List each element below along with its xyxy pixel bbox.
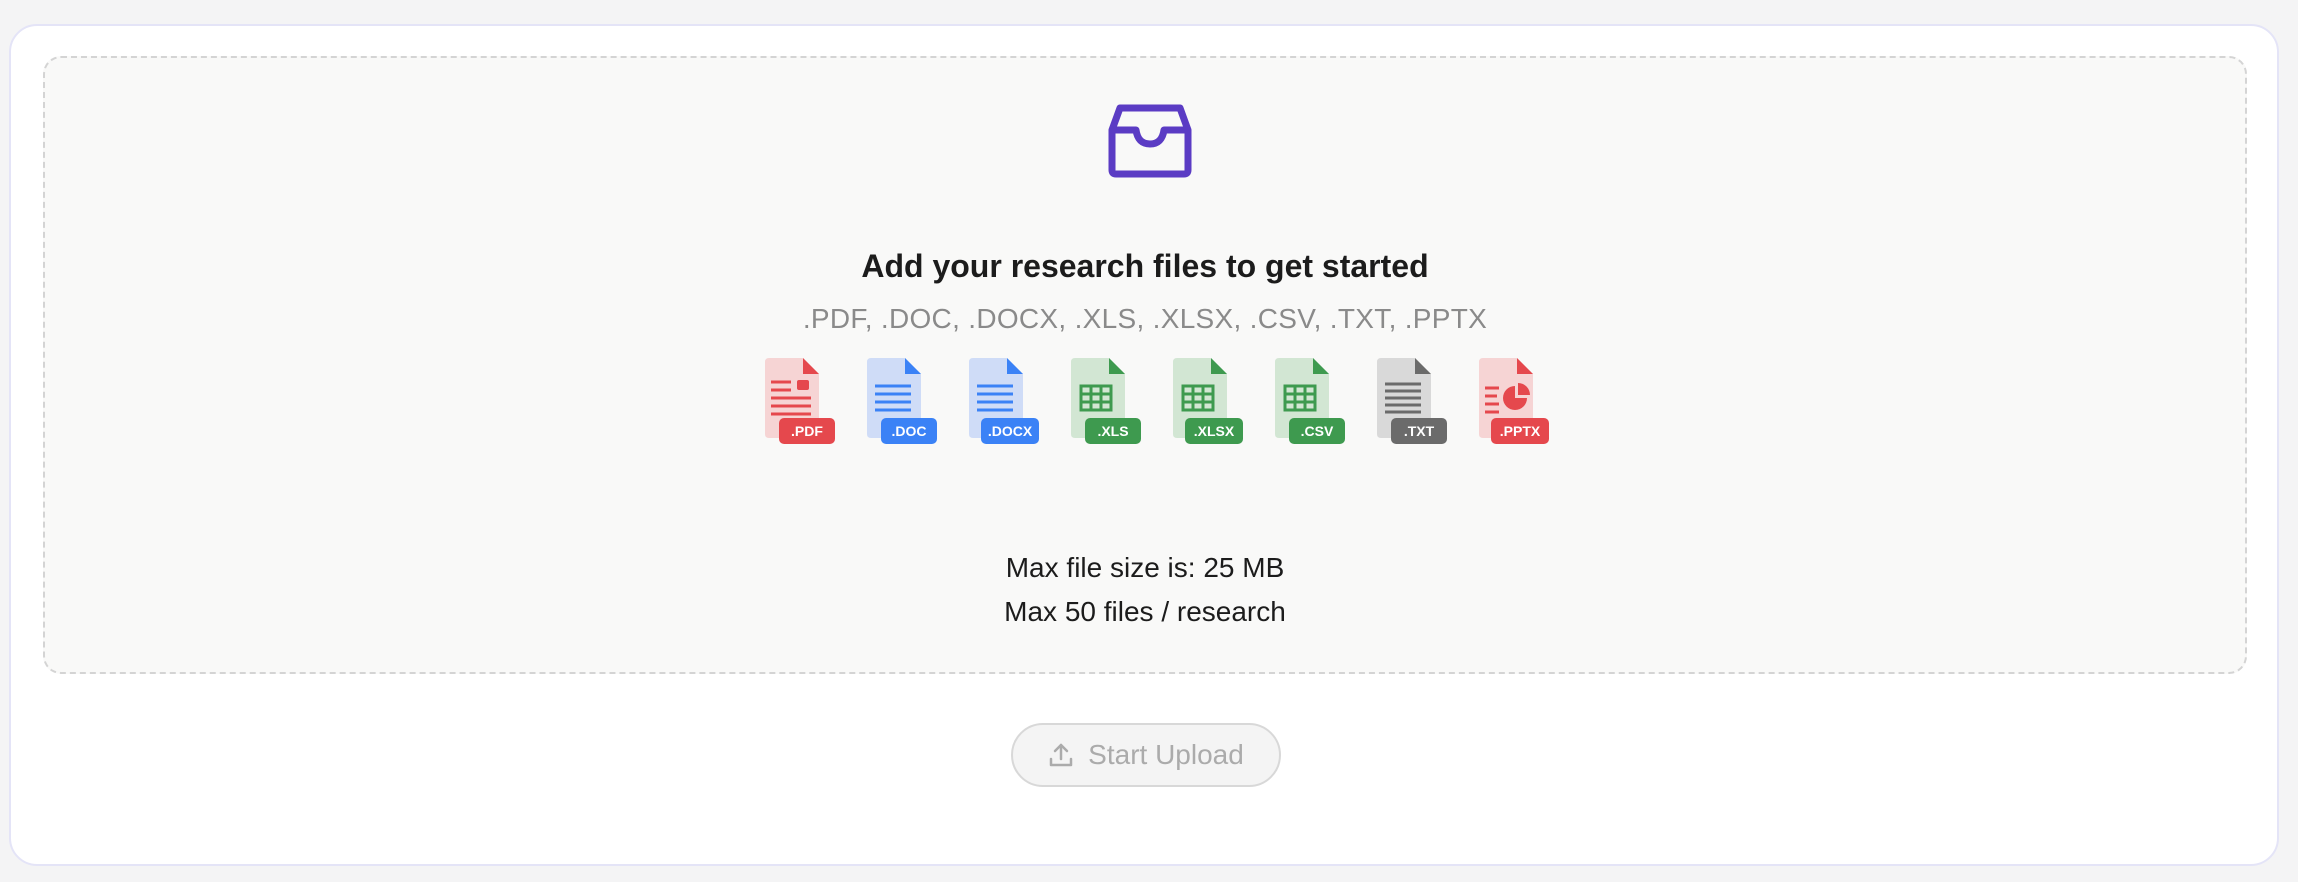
xls-badge-label: .XLS [1097, 423, 1128, 439]
start-upload-button[interactable]: Start Upload [1011, 723, 1281, 787]
xls-file-icon: .XLS [1071, 358, 1141, 444]
file-type-icons: .PDF .DOC .DOCX .XLS .XLSX .CSV .TXT .PP… [45, 358, 2245, 446]
doc-file-icon: .DOC [867, 358, 937, 444]
pdf-file-icon: .PDF [765, 358, 835, 444]
doc-badge-label: .DOC [892, 423, 927, 439]
txt-file-icon: .TXT [1377, 358, 1447, 444]
supported-formats: .PDF, .DOC, .DOCX, .XLS, .XLSX, .CSV, .T… [802, 303, 1488, 334]
inbox-icon [1108, 104, 1192, 178]
docx-badge-label: .DOCX [988, 423, 1033, 439]
upload-limits: Max file size is: 25 MB Max 50 files / r… [45, 546, 2245, 634]
xlsx-badge-label: .XLSX [1194, 423, 1235, 439]
start-upload-label: Start Upload [1088, 739, 1244, 770]
pptx-file-icon: .PPTX [1479, 358, 1549, 444]
max-file-count: Max 50 files / research [1004, 596, 1286, 627]
csv-badge-label: .CSV [1301, 423, 1334, 439]
pdf-badge-label: .PDF [791, 423, 823, 439]
upload-card: Add your research files to get started .… [9, 24, 2279, 866]
txt-badge-label: .TXT [1404, 423, 1435, 439]
csv-file-icon: .CSV [1275, 358, 1345, 444]
upload-icon [1049, 743, 1073, 767]
docx-file-icon: .DOCX [969, 358, 1039, 444]
file-dropzone[interactable]: Add your research files to get started .… [43, 56, 2247, 674]
dropzone-title: Add your research files to get started [861, 248, 1429, 284]
max-file-size: Max file size is: 25 MB [1005, 552, 1285, 583]
pptx-badge-label: .PPTX [1500, 423, 1541, 439]
xlsx-file-icon: .XLSX [1173, 358, 1243, 444]
